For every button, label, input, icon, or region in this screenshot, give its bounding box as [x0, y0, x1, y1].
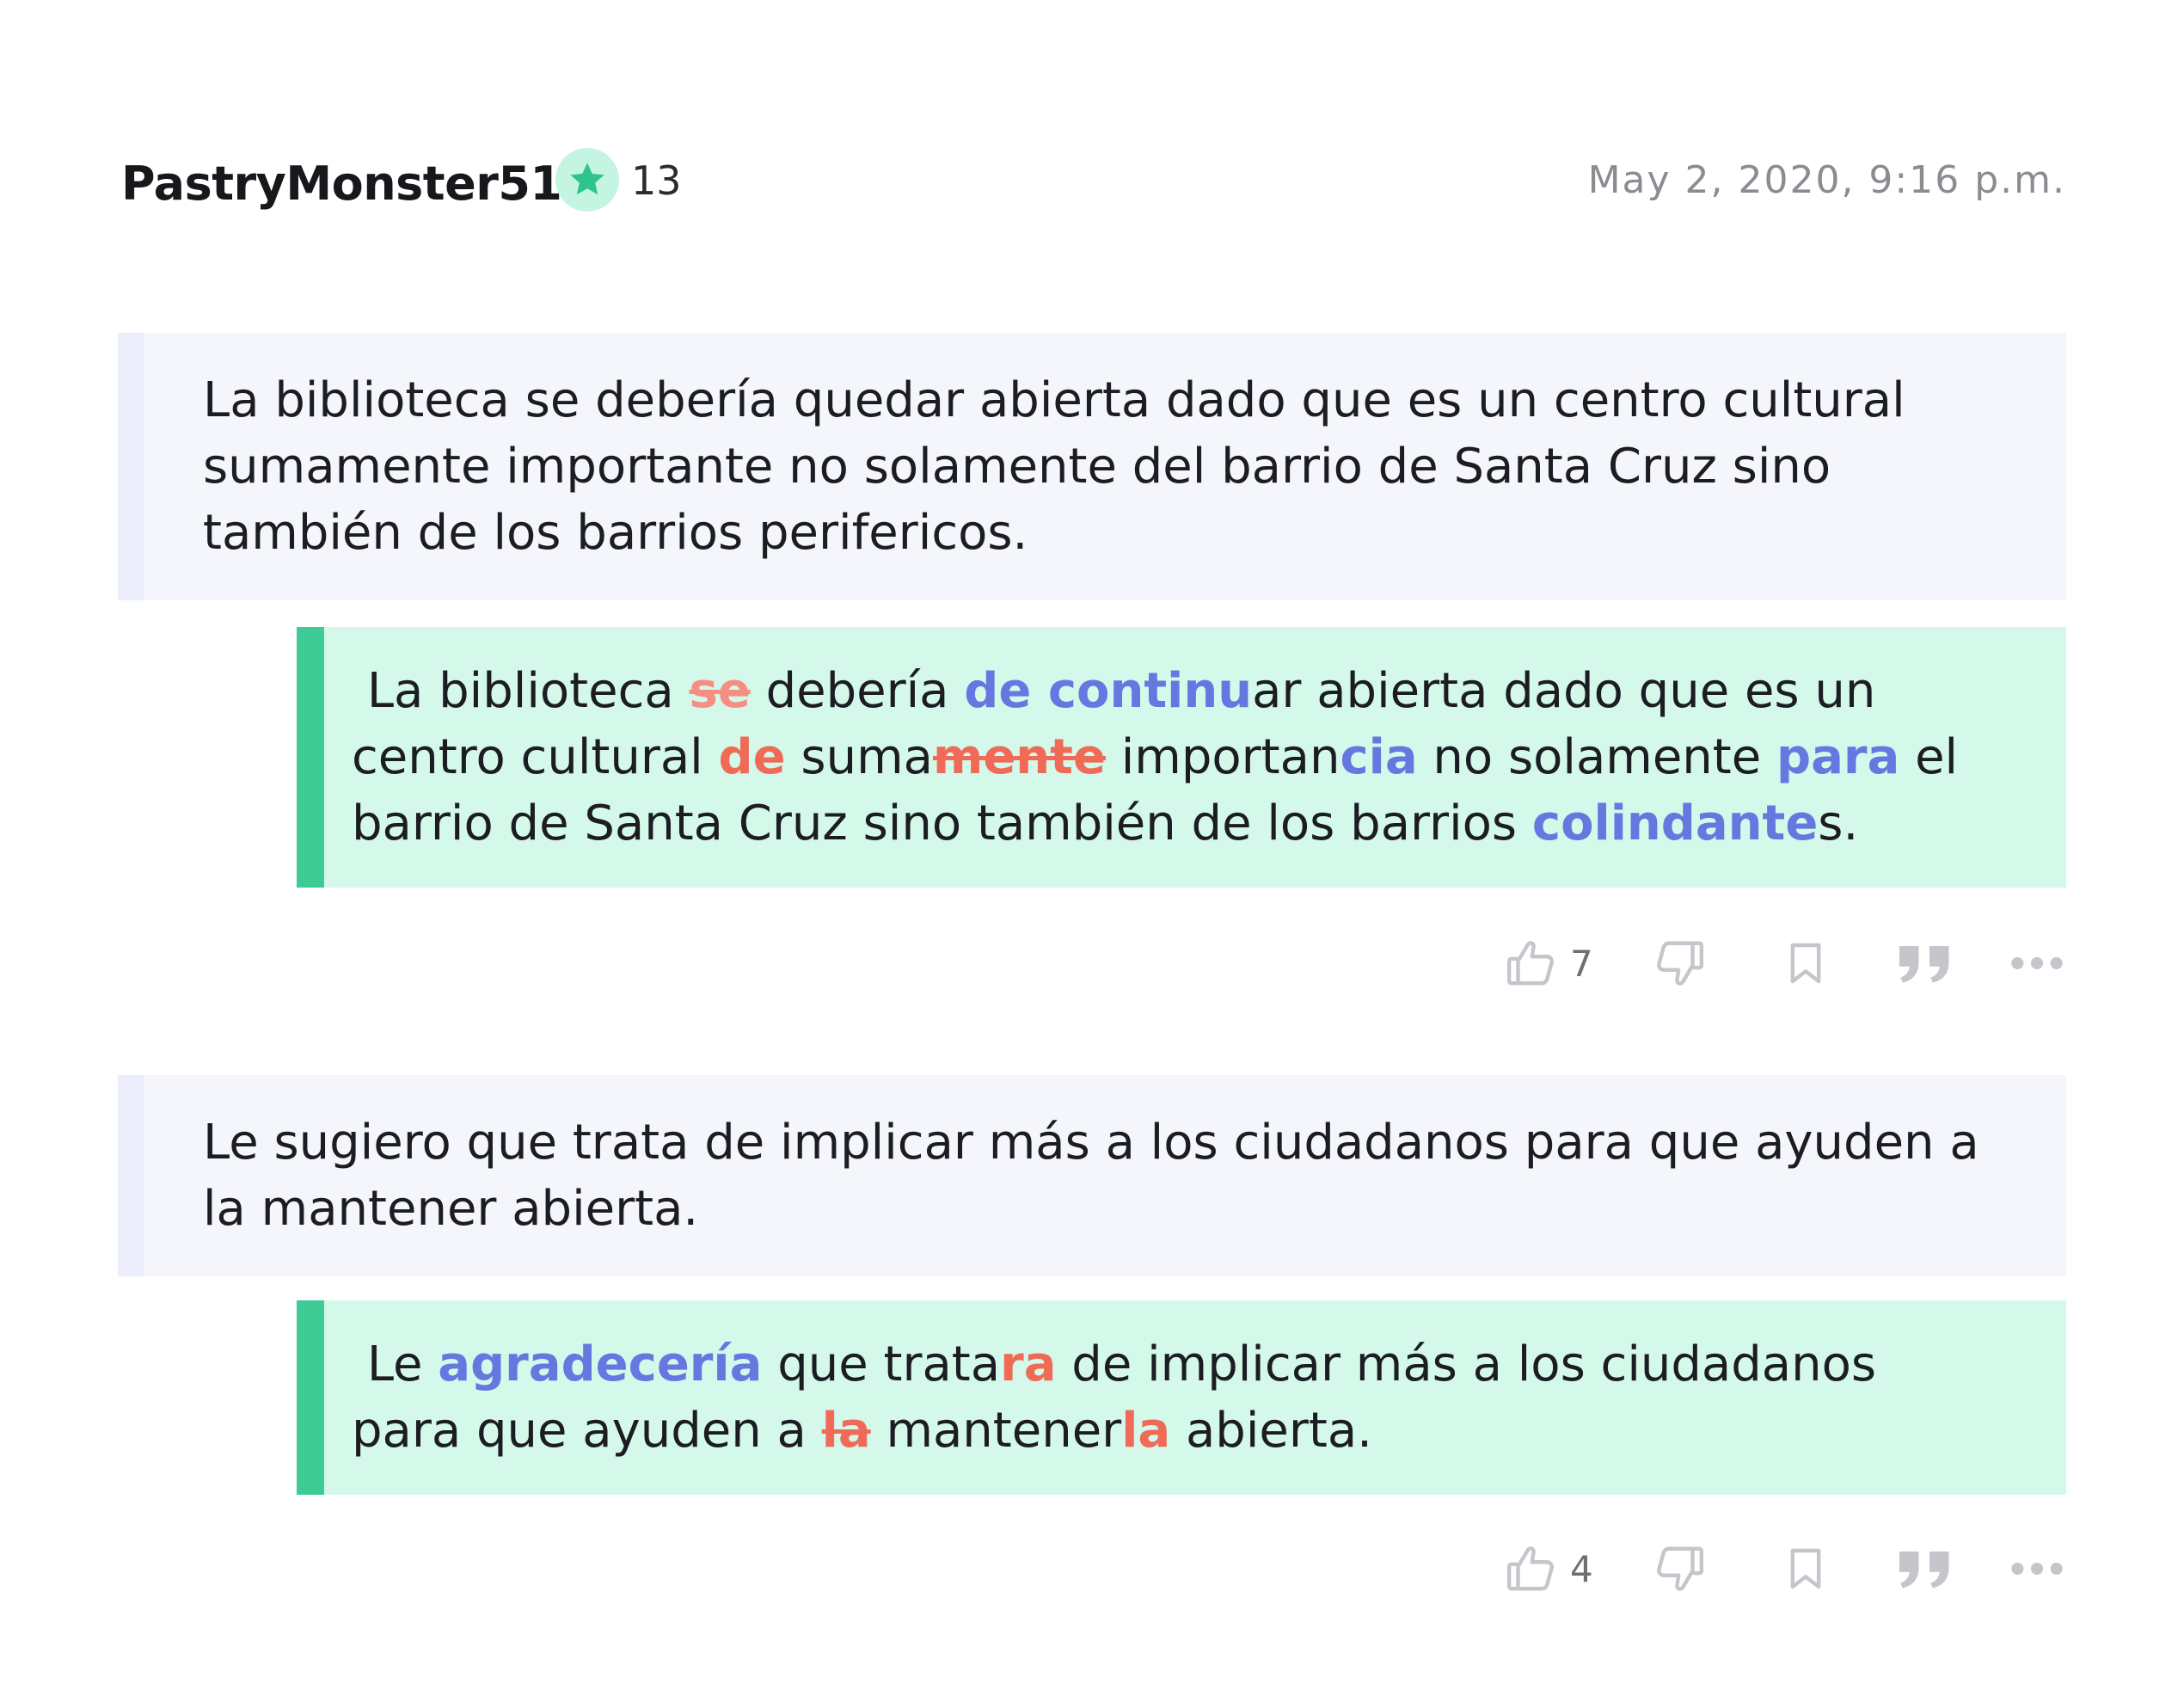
original-sentence: La biblioteca se debería quedar abierta … [118, 333, 2066, 600]
original-sentence: Le sugiero que trata de implicar más a l… [118, 1075, 2066, 1276]
more-options-button[interactable] [2008, 1534, 2066, 1603]
correction-text: abierta. [1170, 1403, 1372, 1459]
correction-text: que trata [762, 1337, 1001, 1392]
added-text: de [718, 729, 786, 785]
correction-text: suma [785, 729, 933, 785]
deleted-text: mente [932, 729, 1106, 785]
thumbs-up-icon [1505, 937, 1558, 990]
user-points: 13 [631, 157, 682, 204]
correction-text: Le [366, 1337, 439, 1392]
entry-actions: 7 [1505, 929, 2066, 998]
bookmark-button[interactable] [1782, 1534, 1830, 1603]
quote-button[interactable] [1895, 929, 1955, 998]
quote-button[interactable] [1895, 1534, 1955, 1603]
dislike-button[interactable] [1653, 1534, 1706, 1603]
more-options-icon [2008, 937, 2066, 990]
like-button[interactable]: 7 [1505, 929, 1593, 998]
inserted-text: de continu [964, 663, 1253, 719]
inserted-text: colindante [1531, 796, 1819, 851]
correction-sentence: Le agradecería que tratara de implicar m… [297, 1300, 2066, 1495]
added-text: ra [1000, 1337, 1057, 1392]
username[interactable]: PastryMonster510 [121, 157, 594, 211]
more-options-button[interactable] [2008, 929, 2066, 998]
more-options-icon [2008, 1542, 2066, 1595]
correction-text: debería [750, 663, 965, 719]
post-timestamp: May 2, 2020, 9:16 p.m. [1587, 158, 2066, 202]
bookmark-icon [1782, 937, 1830, 990]
correction-text: s. [1818, 796, 1859, 851]
thumbs-up-icon [1505, 1542, 1558, 1595]
correction-text: no solamente [1417, 729, 1776, 785]
correction-sentence: La biblioteca se debería de continuar ab… [297, 627, 2066, 888]
correction-text: importan [1105, 729, 1340, 785]
inserted-text: agradecería [438, 1337, 763, 1392]
bookmark-icon [1782, 1542, 1830, 1595]
inserted-text: para [1776, 729, 1900, 785]
correction-text: mantener [870, 1403, 1122, 1459]
star-icon [555, 148, 619, 212]
added-text: la [1121, 1403, 1171, 1459]
thumbs-down-icon [1653, 937, 1706, 990]
quote-icon [1895, 937, 1955, 990]
quote-icon [1895, 1542, 1955, 1595]
post-header: PastryMonster510 13 May 2, 2020, 9:16 p.… [121, 146, 2066, 215]
like-button[interactable]: 4 [1505, 1534, 1593, 1603]
entry-actions: 4 [1505, 1534, 2066, 1603]
thumbs-down-icon [1653, 1542, 1706, 1595]
dislike-button[interactable] [1653, 929, 1706, 998]
like-count: 7 [1570, 942, 1593, 985]
deleted-text: se [689, 663, 751, 719]
like-count: 4 [1570, 1547, 1593, 1590]
inserted-text: cia [1340, 729, 1418, 785]
deleted-text: la [821, 1403, 871, 1459]
correction-text: La biblioteca [366, 663, 690, 719]
bookmark-button[interactable] [1782, 929, 1830, 998]
